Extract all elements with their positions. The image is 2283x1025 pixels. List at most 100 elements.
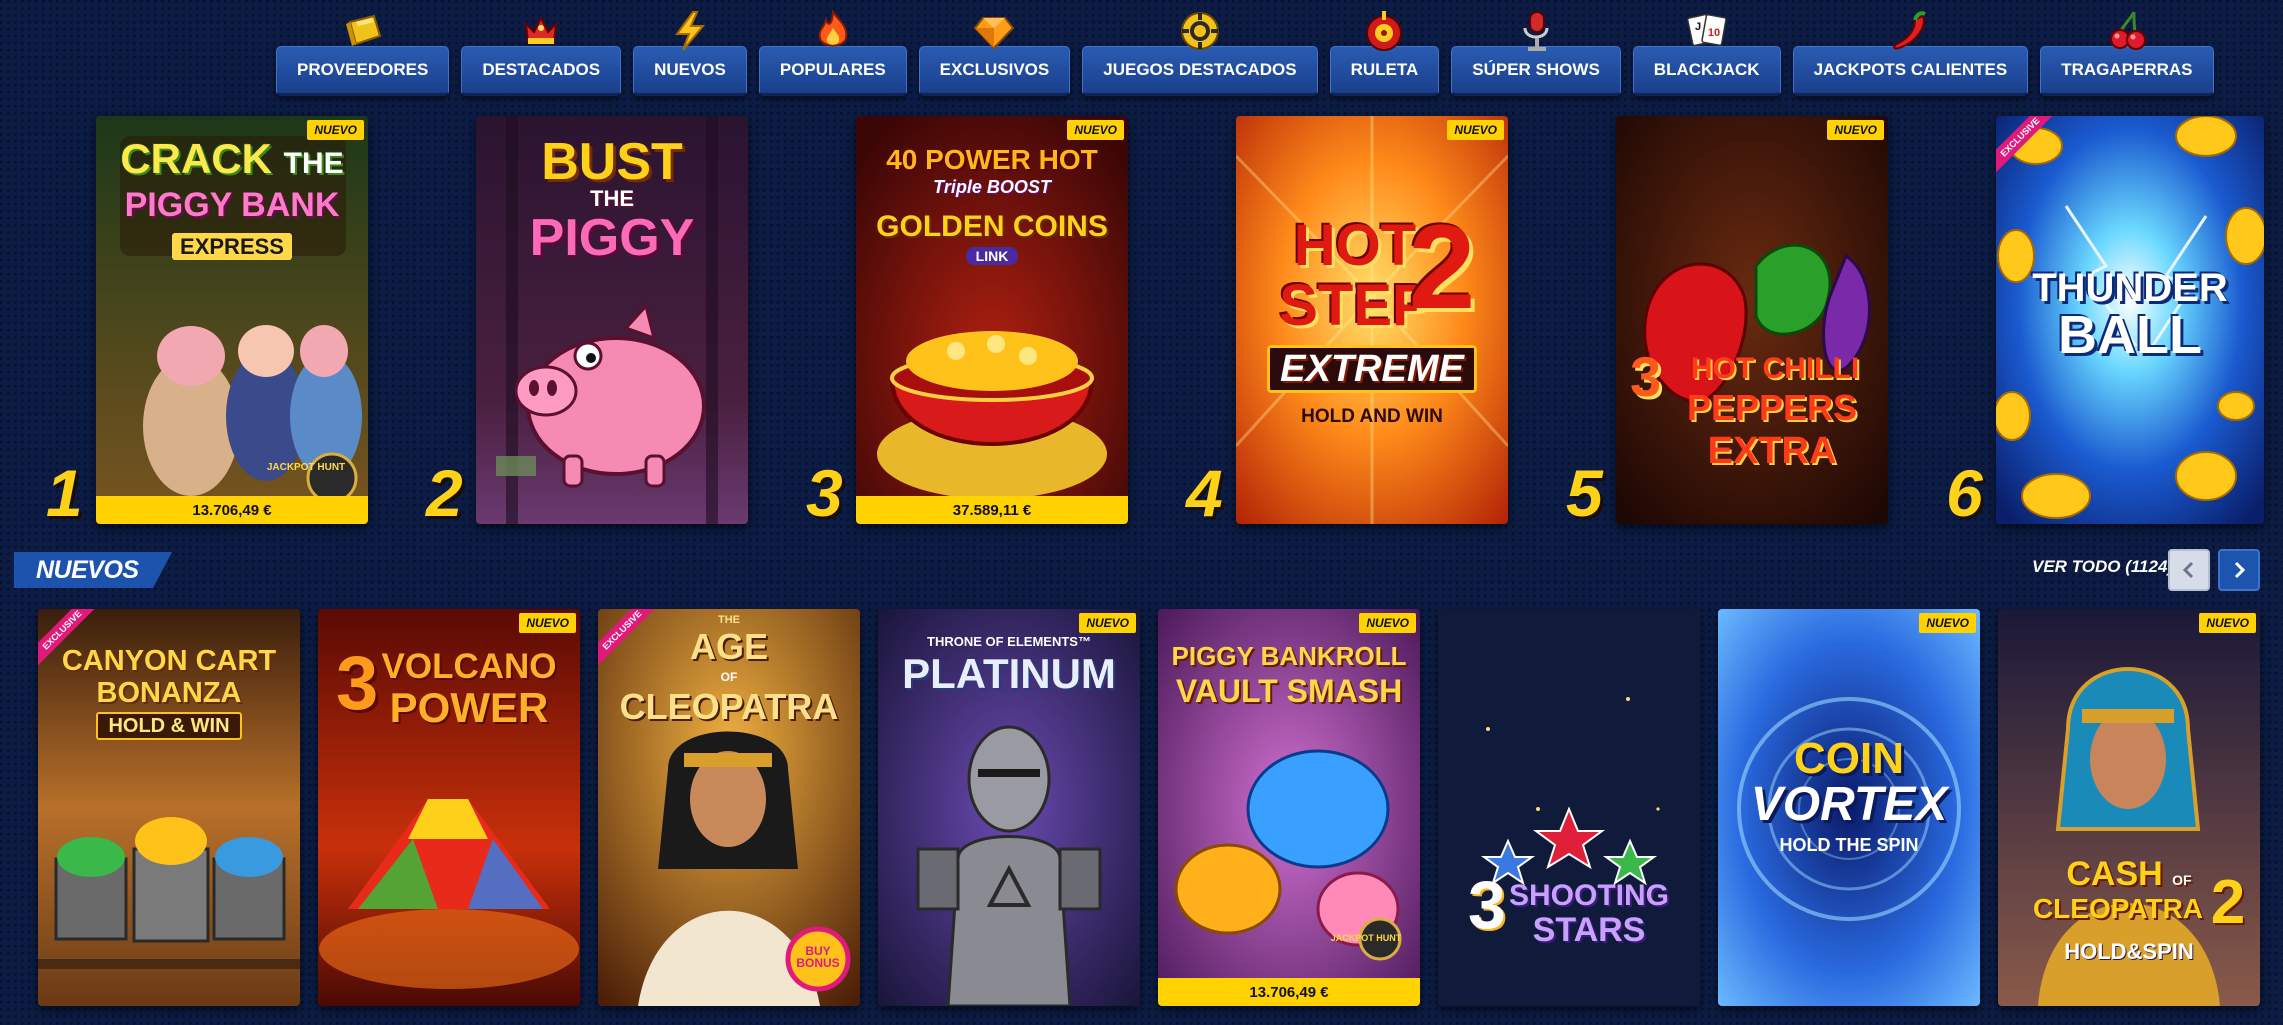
game-title-line: THRONE OF ELEMENTS™: [927, 634, 1091, 649]
game-tile-crack-the-piggy-bank[interactable]: CRACK THE PIGGY BANK EXPRESS JACKPOT HUN…: [96, 116, 368, 524]
game-title: CRACK THE: [96, 135, 368, 182]
game-title-line: SHOOTING: [1508, 879, 1669, 912]
category-proveedores[interactable]: PROVEEDORES: [276, 8, 450, 96]
category-exclusivos[interactable]: EXCLUSIVOS: [918, 8, 1071, 96]
category-juegos-destacados[interactable]: JUEGOS DESTACADOS: [1082, 8, 1318, 96]
game-title-line: PIGGY BANK: [124, 186, 340, 224]
nuevo-badge: NUEVO: [1079, 613, 1136, 633]
game-title-line: STARS: [1532, 911, 1646, 949]
game-tile-piggy-bankroll-vault-smash[interactable]: PIGGY BANKROLL VAULT SMASH JACKPOT HUNT …: [1158, 609, 1420, 1006]
game-title-line: VOLCANO: [381, 647, 557, 686]
top-game-item: 5 3 HOT CHILLI PEPPERS EXTRA NUEVO: [1566, 116, 1896, 526]
game-title-line: VORTEX: [1750, 778, 1948, 831]
carousel-next-button[interactable]: [2218, 549, 2260, 591]
svg-text:J: J: [1695, 21, 1701, 33]
jackpot-hunt-logo: JACKPOT HUNT: [1330, 933, 1402, 943]
game-title-line: THE: [283, 147, 344, 180]
game-title-line: CANYON CART: [61, 645, 277, 677]
game-subtitle: EXTREME: [1267, 345, 1477, 393]
top-game-item: 1 CRACK THE PIGGY BANK EXPRESS JACKPOT H…: [46, 116, 376, 530]
game-title-line: 2: [2210, 868, 2246, 937]
microphone-icon: [1513, 8, 1559, 54]
nuevo-badge: NUEVO: [1447, 120, 1504, 140]
game-title-line: CRACK: [120, 135, 272, 182]
top-game-item: 6 THUNDER BALL EXCLUSIVE: [1946, 116, 2266, 530]
nuevo-badge: NUEVO: [1827, 120, 1884, 140]
game-title-line: PLATINUM: [902, 650, 1116, 697]
category-ruleta[interactable]: RULETA: [1329, 8, 1440, 96]
nuevo-badge: NUEVO: [2199, 613, 2256, 633]
playing-cards-icon: 10 J: [1684, 8, 1730, 54]
game-subtitle: HOLD AND WIN: [1301, 406, 1443, 427]
svg-text:10: 10: [1708, 27, 1720, 39]
game-title-line: COIN: [1794, 734, 1904, 783]
rank-number: 4: [1186, 456, 1223, 530]
game-title-line: BALL: [2058, 305, 2202, 365]
rank-number: 6: [1946, 456, 1983, 530]
game-tile-40-power-hot[interactable]: 40 POWER HOT Triple BOOST GOLDEN COINS L…: [856, 116, 1128, 524]
fire-icon: [810, 8, 856, 54]
game-tile-3-hot-chilli-peppers[interactable]: 3 HOT CHILLI PEPPERS EXTRA NUEVO: [1616, 116, 1888, 524]
game-title-line: HOT CHILLI: [1690, 352, 1860, 385]
game-tile-canyon-cart-bonanza[interactable]: CANYON CART BONANZA HOLD & WIN EXCLUSIVE: [38, 609, 300, 1006]
jackpot-hunt-logo: JACKPOT HUNT: [266, 462, 346, 473]
game-subtitle: LINK: [965, 247, 1019, 265]
roulette-icon: [1361, 8, 1407, 54]
category-populares[interactable]: POPULARES: [758, 8, 907, 96]
game-title-line: VAULT SMASH: [1175, 673, 1403, 709]
game-title-line: 2: [1408, 200, 1476, 334]
category-blackjack[interactable]: 10 J BLACKJACK: [1632, 8, 1781, 96]
lightning-icon: [667, 8, 713, 54]
game-tile-age-of-cleopatra[interactable]: THE AGE OF CLEOPATRA BUY BONUS EXCLUSIVE: [598, 609, 860, 1006]
game-title-line: GOLDEN COINS: [876, 210, 1108, 243]
game-subtitle: HOLD & WIN: [96, 712, 242, 740]
game-title-line: EXTRA: [1707, 430, 1837, 472]
game-title-line: THUNDER: [2032, 266, 2228, 310]
top-games-row: 1 CRACK THE PIGGY BANK EXPRESS JACKPOT H…: [46, 116, 2266, 530]
cherries-icon: [2104, 8, 2150, 54]
category-super-shows[interactable]: SÚPER SHOWS: [1451, 8, 1621, 96]
crown-icon: [518, 8, 564, 54]
category-tragaperras[interactable]: TRAGAPERRAS: [2040, 8, 2214, 96]
category-nav: PROVEEDORES DESTACADOS NUEVOS POPULARES …: [276, 8, 2214, 96]
nuevo-badge: NUEVO: [1359, 613, 1416, 633]
game-title-line: POWER: [389, 684, 549, 731]
game-tile-3-shooting-stars[interactable]: 3 SHOOTING STARS: [1438, 609, 1700, 1006]
buy-bonus-badge: BUY BONUS: [796, 944, 840, 970]
game-title-line: PEPPERS: [1686, 387, 1858, 428]
game-title-line: OF: [2172, 872, 2192, 888]
game-tile-hot-step-2[interactable]: HOT STEP 2 EXTREME HOLD AND WIN NUEVO: [1236, 116, 1508, 524]
nuevos-games-row: CANYON CART BONANZA HOLD & WIN EXCLUSIVE…: [38, 609, 2268, 1006]
game-title-line: CASH: [2066, 855, 2163, 893]
nuevo-badge: NUEVO: [307, 120, 364, 140]
top-game-item: 3 40 POWER HOT Triple BOOST GOLDEN COINS…: [806, 116, 1136, 526]
chevron-left-icon: [2182, 561, 2194, 579]
rank-number: 2: [426, 456, 463, 530]
nuevo-badge: NUEVO: [1067, 120, 1124, 140]
game-tile-throne-of-elements-platinum[interactable]: THRONE OF ELEMENTS™ PLATINUM NUEVO: [878, 609, 1140, 1006]
game-title-line: BONANZA: [96, 677, 242, 709]
game-tile-coin-vortex[interactable]: COIN VORTEX HOLD THE SPIN NUEVO: [1718, 609, 1980, 1006]
game-title-line: BUST: [541, 133, 683, 191]
game-tile-bust-the-piggy[interactable]: BUST THE PIGGY: [476, 116, 748, 524]
nuevo-badge: NUEVO: [519, 613, 576, 633]
poker-chip-icon: [1177, 8, 1223, 54]
jackpot-amount: 37.589,11 €: [856, 496, 1128, 524]
jackpot-amount: 13.706,49 €: [96, 496, 368, 524]
carousel-prev-button[interactable]: [2168, 549, 2210, 591]
game-title-line: THE: [590, 186, 634, 211]
game-tile-3-volcano-power[interactable]: 3 VOLCANO POWER NUEVO: [318, 609, 580, 1006]
game-title-line: OF: [720, 670, 738, 684]
category-destacados[interactable]: DESTACADOS: [461, 8, 622, 96]
ver-todo-link[interactable]: VER TODO (1124): [2032, 557, 2173, 577]
category-nuevos[interactable]: NUEVOS: [633, 8, 747, 96]
game-title-line: CLEOPATRA: [619, 686, 839, 727]
section-title-nuevos: NUEVOS: [14, 552, 172, 588]
game-title-line: Triple BOOST: [933, 177, 1051, 197]
category-jackpots-calientes[interactable]: JACKPOTS CALIENTES: [1792, 8, 2029, 96]
game-tile-cash-of-cleopatra-2[interactable]: CASH OF CLEOPATRA 2 HOLD&SPIN NUEVO: [1998, 609, 2260, 1006]
top-game-item: 2 BUST THE PIGGY: [426, 116, 756, 530]
game-title-line: AGE: [689, 626, 768, 667]
rank-number: 1: [46, 456, 83, 530]
game-tile-thunder-ball[interactable]: THUNDER BALL EXCLUSIVE: [1996, 116, 2264, 524]
